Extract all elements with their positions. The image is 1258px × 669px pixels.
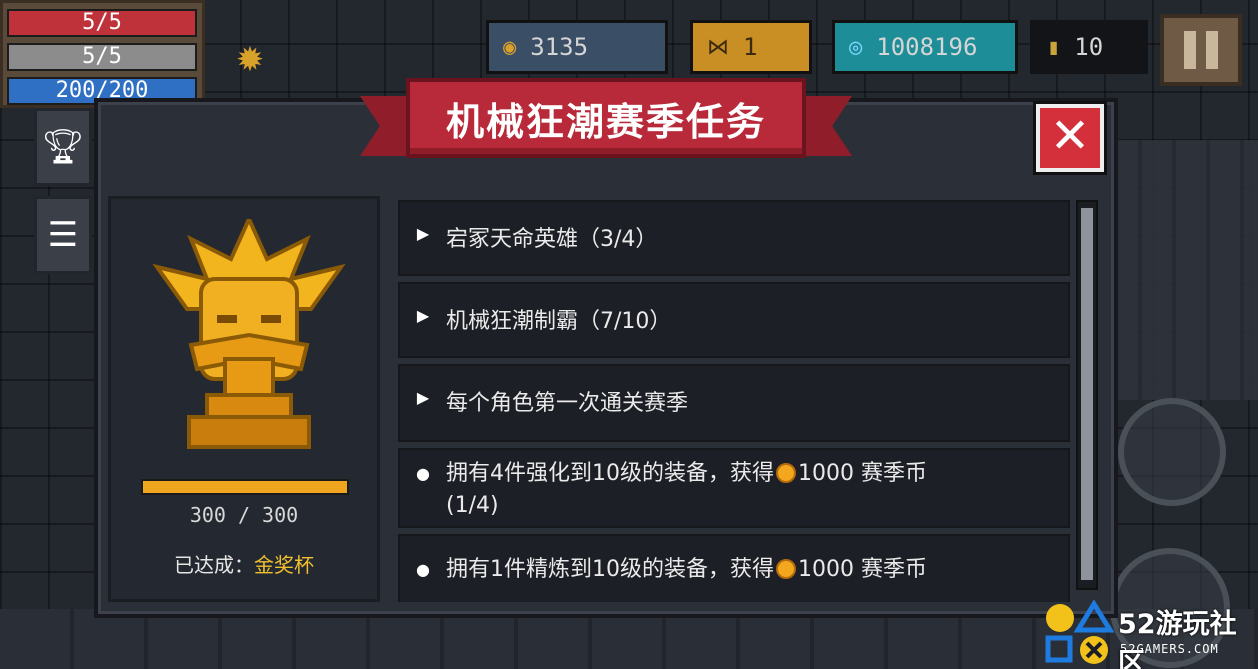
expand-arrow-icon: ▶ (416, 224, 430, 243)
title-ribbon: 机械狂潮赛季任务 (360, 70, 852, 180)
bullet-icon: ● (416, 464, 430, 483)
bullet-icon: ● (416, 560, 430, 579)
close-button[interactable]: ✕ (1036, 104, 1104, 172)
coin-icon: ◉ (503, 34, 517, 60)
skill-button[interactable] (1118, 398, 1226, 506)
pause-button[interactable] (1160, 14, 1242, 86)
expand-arrow-icon: ▶ (416, 306, 430, 325)
seed-icon: ▮ (1047, 34, 1061, 60)
close-icon: ✕ (1049, 108, 1091, 164)
quest-text: 每个角色第一次通关赛季 (446, 391, 689, 416)
golden-trophy-head-icon (152, 219, 346, 449)
tab-trophy[interactable]: 🏆︎ (34, 108, 92, 186)
site-watermark: 52游玩社区 52GAMERS.COM (1040, 596, 1258, 669)
scroll-thumb[interactable] (1081, 208, 1093, 580)
watermark-brand: 52游玩社区 (1118, 609, 1237, 669)
quest-item[interactable]: ▶ 宕冢天命英雄（3/4） (398, 200, 1070, 276)
quest-text: 机械狂潮制霸（7/10） (446, 309, 672, 334)
fish-counter: ⋈ 1 (690, 20, 812, 74)
expand-arrow-icon: ▶ (416, 388, 430, 407)
trophy-progress-text: 300 / 300 (189, 503, 299, 527)
quest-item[interactable]: ▶ 每个角色第一次通关赛季 (398, 364, 1070, 442)
quest-reward: 1000 赛季币 (798, 461, 927, 486)
boss-indicator-icon: ✹ (235, 40, 265, 80)
trophy-icon: 🏆︎ (41, 127, 85, 167)
player-stats-panel: 5/5 5/5 200/200 (0, 0, 205, 108)
quest-scrollbar[interactable] (1076, 200, 1098, 590)
list-icon: ☰ (47, 215, 79, 255)
achieved-label: 已达成： (174, 553, 254, 577)
tab-list[interactable]: ☰ (34, 196, 92, 274)
quest-text: 宕冢天命英雄（3/4） (446, 227, 658, 252)
fish-value: 1 (743, 33, 758, 61)
quest-progress: (1/4) (446, 493, 499, 518)
hp-bar: 5/5 (7, 9, 197, 37)
watermark-site: 52GAMERS.COM (1120, 642, 1219, 656)
pause-icon (1184, 31, 1196, 69)
armor-bar: 5/5 (7, 43, 197, 71)
quest-item[interactable]: ▶ 机械狂潮制霸（7/10） (398, 282, 1070, 358)
seeds-value: 10 (1074, 33, 1104, 61)
trophy-card: 300 / 300 已达成：金奖杯 (108, 196, 380, 602)
quest-reward: 1000 赛季币 (798, 557, 927, 582)
trophy-progress-bar (141, 479, 349, 495)
quest-text: 拥有4件强化到10级的装备，获得 (446, 461, 774, 486)
quest-list[interactable]: ▶ 宕冢天命英雄（3/4） ▶ 机械狂潮制霸（7/10） ▶ 每个角色第一次通关… (398, 196, 1076, 602)
achieved-value: 金奖杯 (254, 553, 314, 577)
panel-title: 机械狂潮赛季任务 (406, 78, 806, 158)
coins-value: 3135 (530, 33, 589, 61)
gems-counter: ◎ 1008196 (832, 20, 1018, 74)
gems-value: 1008196 (876, 33, 978, 61)
coins-counter: ◉ 3135 (486, 20, 668, 74)
quest-item: ● 拥有1件精炼到10级的装备，获得 1000 赛季币 (398, 534, 1070, 602)
achieved-status: 已达成：金奖杯 (111, 549, 377, 578)
gem-icon: ◎ (849, 34, 863, 60)
quest-item: ● 拥有4件强化到10级的装备，获得 1000 赛季币 (1/4) (398, 448, 1070, 528)
trophy-progress-fill (143, 481, 347, 493)
dungeon-wall (1108, 140, 1258, 400)
season-coin-icon (776, 559, 796, 579)
fish-icon: ⋈ (707, 34, 729, 60)
season-coin-icon (776, 463, 796, 483)
quest-text: 拥有1件精炼到10级的装备，获得 (446, 557, 774, 582)
watermark-logo-icon (1045, 600, 1115, 664)
seeds-counter: ▮ 10 (1030, 20, 1148, 74)
